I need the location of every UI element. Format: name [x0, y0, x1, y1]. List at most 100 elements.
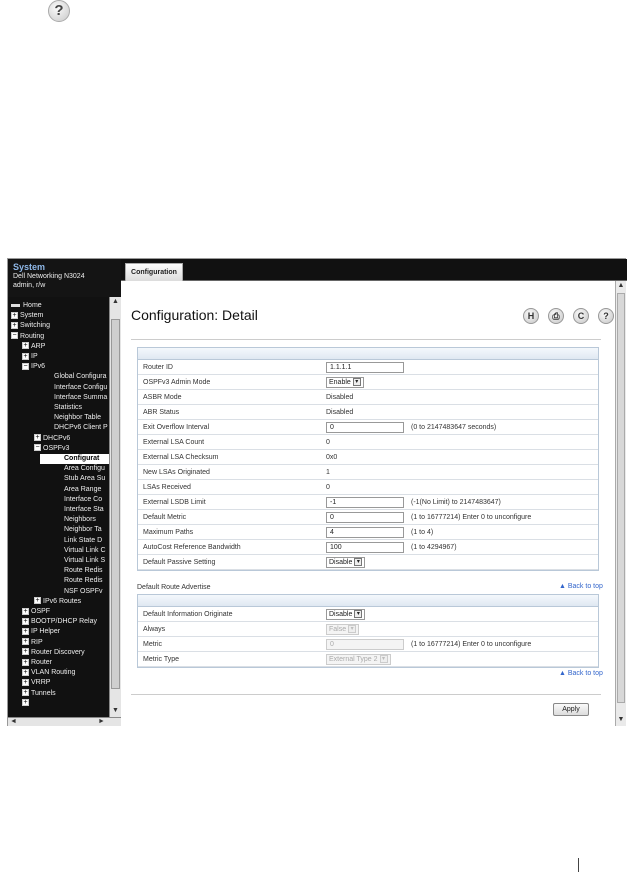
nav-item[interactable]: +: [22, 699, 31, 709]
nav-item[interactable]: Configurat: [40, 454, 110, 464]
scroll-right-icon[interactable]: ►: [98, 718, 105, 726]
nav-item[interactable]: Interface Summa: [54, 393, 107, 403]
nav-item[interactable]: Link State D: [64, 536, 102, 546]
text-field[interactable]: [326, 362, 404, 373]
nav-item[interactable]: Neighbors: [64, 515, 96, 525]
nav-item[interactable]: + Tunnels: [22, 689, 56, 699]
scroll-down-icon[interactable]: ▼: [110, 706, 121, 716]
text-field[interactable]: [326, 542, 404, 553]
expand-icon[interactable]: +: [22, 668, 29, 676]
nav-item[interactable]: Neighbor Ta: [64, 525, 102, 535]
text-field[interactable]: [326, 527, 404, 538]
route-panel: Default Information Originate Disable ▾ Alw…: [137, 594, 599, 668]
nav-scrollbar[interactable]: ▲ ▼: [109, 297, 121, 717]
expand-icon[interactable]: +: [22, 689, 29, 697]
help-icon[interactable]: ?: [598, 308, 614, 324]
nav-item[interactable]: Statistics: [54, 403, 82, 413]
expand-icon[interactable]: +: [22, 628, 29, 636]
nav-item[interactable]: Area Configu: [64, 464, 105, 474]
nav-item[interactable]: Route Redis: [64, 566, 103, 576]
nav-item[interactable]: + System: [11, 311, 43, 321]
nav-item[interactable]: − IPv6: [22, 362, 45, 372]
nav-item[interactable]: − OSPFv3: [34, 444, 69, 454]
scroll-up-icon[interactable]: ▲: [616, 281, 626, 291]
nav-item[interactable]: + IP Helper: [22, 627, 60, 637]
nav-item[interactable]: Interface Configu: [54, 383, 107, 393]
nav-item[interactable]: Route Redis: [64, 576, 103, 586]
user-info: admin, r/w: [13, 282, 46, 289]
expand-icon[interactable]: +: [22, 648, 29, 656]
scrollbar-thumb[interactable]: [617, 293, 625, 703]
expand-icon[interactable]: +: [34, 597, 41, 605]
nav-item[interactable]: Home: [11, 301, 42, 311]
select-field[interactable]: Disable ▾: [326, 557, 366, 568]
nav-item[interactable]: Virtual Link C: [64, 546, 106, 556]
scroll-down-icon[interactable]: ▼: [616, 715, 626, 725]
text-field[interactable]: [326, 512, 404, 523]
expand-icon[interactable]: +: [22, 658, 29, 666]
nav-item[interactable]: DHCPv6 Client P: [54, 423, 108, 433]
nav-item[interactable]: + DHCPv6: [34, 434, 70, 444]
expand-icon[interactable]: +: [34, 434, 41, 442]
nav-item[interactable]: Interface Co: [64, 495, 102, 505]
nav-item[interactable]: − Routing: [11, 332, 44, 342]
expand-icon[interactable]: +: [22, 679, 29, 687]
content-scrollbar[interactable]: ▲ ▼: [615, 281, 626, 726]
print-icon[interactable]: ⎙: [548, 308, 564, 324]
nav-item[interactable]: + ARP: [22, 342, 45, 352]
select-field[interactable]: Enable ▾: [326, 377, 364, 388]
nav-item[interactable]: + Router: [22, 658, 52, 668]
nav-hscrollbar[interactable]: ◄ ►: [8, 717, 121, 726]
form-row: Metric Type External Type 2 ▾: [138, 652, 598, 667]
expand-icon[interactable]: +: [22, 342, 29, 350]
save-icon[interactable]: H: [523, 308, 539, 324]
field-label: Default Information Originate: [143, 611, 233, 618]
nav-item[interactable]: + Switching: [11, 321, 50, 331]
nav-item[interactable]: Area Range: [64, 485, 101, 495]
nav-item[interactable]: Interface Sta: [64, 505, 104, 515]
collapse-icon[interactable]: −: [22, 362, 29, 370]
help-icon[interactable]: ?: [48, 0, 70, 22]
back-to-top-link[interactable]: ▲ Back to top: [559, 670, 603, 677]
nav-item-label: Neighbor Ta: [64, 526, 102, 534]
expand-icon[interactable]: +: [11, 322, 18, 330]
expand-icon[interactable]: +: [11, 311, 18, 319]
nav-item[interactable]: Global Configura: [54, 372, 107, 382]
nav-item[interactable]: + RIP: [22, 638, 43, 648]
nav-item[interactable]: NSF OSPFv: [64, 587, 103, 597]
scrollbar-thumb[interactable]: [111, 319, 120, 689]
expand-icon[interactable]: +: [22, 617, 29, 625]
back-to-top-link[interactable]: ▲ Back to top: [559, 583, 603, 590]
collapse-icon[interactable]: −: [34, 444, 41, 452]
expand-icon[interactable]: +: [22, 638, 29, 646]
tab-configuration[interactable]: Configuration: [125, 263, 183, 281]
nav-item[interactable]: + VRRP: [22, 678, 50, 688]
text-field: [326, 639, 404, 650]
select-field[interactable]: Disable ▾: [326, 609, 366, 620]
text-field[interactable]: [326, 422, 404, 433]
nav-item-label: Switching: [20, 322, 50, 330]
expand-icon[interactable]: +: [22, 352, 29, 360]
nav-item-label: BOOTP/DHCP Relay: [31, 618, 97, 626]
nav-item[interactable]: Neighbor Table: [54, 413, 101, 423]
scroll-left-icon[interactable]: ◄: [10, 718, 17, 726]
select-value: Enable: [329, 379, 351, 386]
scroll-up-icon[interactable]: ▲: [110, 297, 121, 307]
nav-item[interactable]: Virtual Link S: [64, 556, 105, 566]
field-label: Default Metric: [143, 514, 187, 521]
nav-item-label: Neighbors: [64, 516, 96, 524]
nav-item[interactable]: + OSPF: [22, 607, 50, 617]
nav-item[interactable]: Stub Area Su: [64, 474, 105, 484]
expand-icon[interactable]: +: [22, 699, 29, 707]
nav-item[interactable]: + IPv6 Routes: [34, 597, 81, 607]
apply-button[interactable]: Apply: [553, 703, 589, 716]
nav-item[interactable]: + IP: [22, 352, 38, 362]
nav-item[interactable]: + Router Discovery: [22, 648, 85, 658]
nav-item[interactable]: + BOOTP/DHCP Relay: [22, 617, 97, 627]
collapse-icon[interactable]: −: [11, 332, 18, 340]
refresh-icon[interactable]: C: [573, 308, 589, 324]
expand-icon[interactable]: +: [22, 607, 29, 615]
text-field[interactable]: [326, 497, 404, 508]
nav-item[interactable]: + VLAN Routing: [22, 668, 75, 678]
form-row: AutoCost Reference Bandwidth (1 to 429496…: [138, 540, 598, 555]
